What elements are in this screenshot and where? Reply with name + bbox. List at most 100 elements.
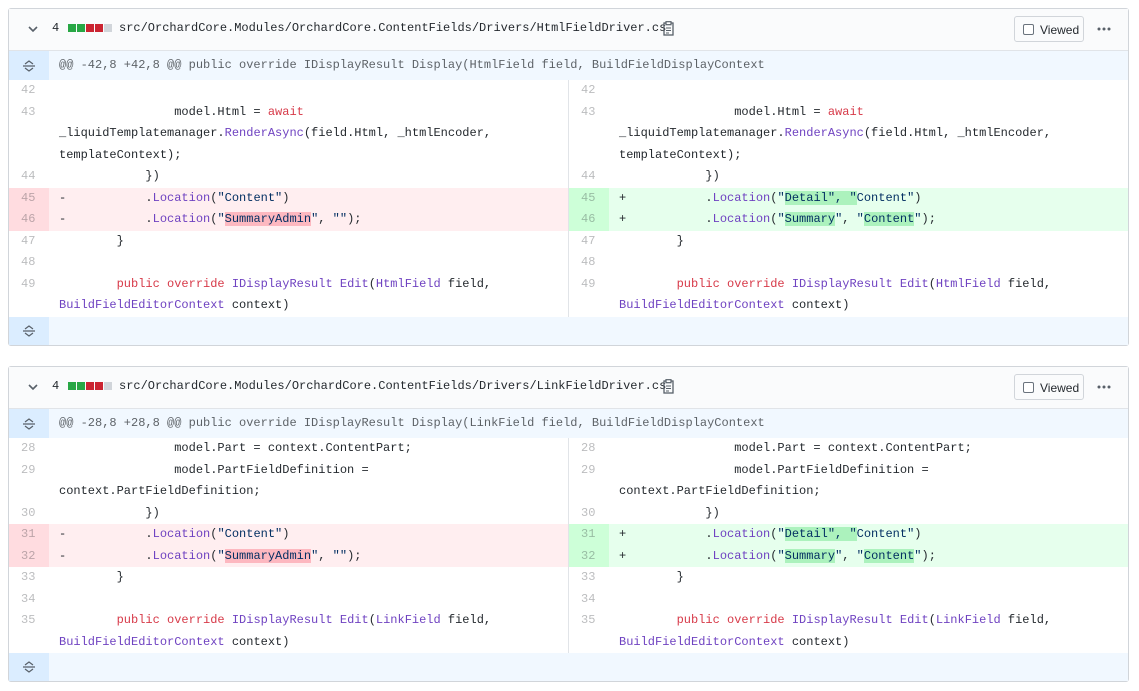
line-number[interactable]: 30 xyxy=(9,503,49,525)
diff-count: 4 xyxy=(52,379,60,393)
expand-gutter xyxy=(9,653,49,681)
deleted-line: 32 - .Location("SummaryAdmin", ""); xyxy=(9,545,568,567)
line-number[interactable]: 35 xyxy=(9,610,49,653)
chevron-down-icon[interactable] xyxy=(27,23,39,35)
code-line: + .Location("Summary", "Content"); xyxy=(619,212,936,226)
clipboard-icon[interactable] xyxy=(661,21,675,37)
context-line: 28 model.Part = context.ContentPart; xyxy=(569,438,1128,460)
code-line: public override IDisplayResult Edit(Link… xyxy=(619,613,1052,649)
line-number[interactable]: 45 xyxy=(569,187,609,209)
line-number[interactable]: 29 xyxy=(569,460,609,503)
line-number[interactable]: 33 xyxy=(569,567,609,589)
split-diff: 42 43 model.Html = await _liquidTemplate… xyxy=(9,80,1128,317)
context-line: 42 xyxy=(9,80,568,102)
unfold-icon[interactable] xyxy=(22,417,36,431)
expand-gutter xyxy=(9,316,49,345)
context-line: 43 model.Html = await _liquidTemplateman… xyxy=(9,102,568,167)
unfold-icon[interactable] xyxy=(22,660,36,674)
hunk-gutter xyxy=(9,51,49,80)
diff-file-html-field-driver: 4 src/OrchardCore.Modules/OrchardCore.Co… xyxy=(8,8,1129,346)
left-side: 28 model.Part = context.ContentPart; 29 m… xyxy=(9,438,568,653)
line-number[interactable]: 31 xyxy=(569,524,609,546)
code-line: model.Part = context.ContentPart; xyxy=(59,441,412,455)
context-line: 49 public override IDisplayResult Edit(H… xyxy=(569,274,1128,317)
deleted-line: 31 - .Location("Content") xyxy=(9,524,568,546)
line-number[interactable]: 44 xyxy=(569,166,609,188)
code-line: }) xyxy=(619,169,720,183)
code-line: model.Html = await _liquidTemplatemanage… xyxy=(59,104,492,162)
line-number[interactable]: 30 xyxy=(569,503,609,525)
line-number[interactable]: 32 xyxy=(569,545,609,567)
code-line: model.PartFieldDefinition = context.Part… xyxy=(619,462,929,499)
line-number[interactable]: 43 xyxy=(9,102,49,167)
line-number[interactable]: 44 xyxy=(9,166,49,188)
line-number[interactable]: 32 xyxy=(9,545,49,567)
left-side: 42 43 model.Html = await _liquidTemplate… xyxy=(9,80,568,317)
context-line: 30 }) xyxy=(569,503,1128,525)
line-number[interactable]: 42 xyxy=(9,80,49,102)
line-number[interactable]: 49 xyxy=(569,274,609,317)
line-number[interactable]: 47 xyxy=(9,231,49,253)
unfold-icon[interactable] xyxy=(22,59,36,73)
deleted-line: 46 - .Location("SummaryAdmin", ""); xyxy=(9,209,568,231)
right-side: 42 43 model.Html = await _liquidTemplate… xyxy=(568,80,1128,317)
code-line: - .Location("Content") xyxy=(59,190,290,205)
context-line: 48 xyxy=(569,252,1128,274)
hunk-text: @@ -42,8 +42,8 @@ public override IDispl… xyxy=(59,58,765,72)
code-line: - .Location("SummaryAdmin", ""); xyxy=(59,212,362,226)
line-number[interactable]: 48 xyxy=(569,252,609,274)
file-path[interactable]: src/OrchardCore.Modules/OrchardCore.Cont… xyxy=(119,379,666,393)
line-number[interactable]: 35 xyxy=(569,610,609,653)
deleted-line: 45 - .Location("Content") xyxy=(9,187,568,209)
line-number[interactable]: 46 xyxy=(9,209,49,231)
kebab-horizontal-icon[interactable] xyxy=(1096,21,1112,37)
context-line: 35 public override IDisplayResult Edit(L… xyxy=(569,610,1128,653)
code-line: } xyxy=(59,570,124,584)
code-line: public override IDisplayResult Edit(Html… xyxy=(619,276,1052,313)
unfold-icon[interactable] xyxy=(22,324,36,338)
diff-count: 4 xyxy=(52,21,60,35)
context-line: 44 }) xyxy=(569,166,1128,188)
code-line: model.PartFieldDefinition = context.Part… xyxy=(59,462,369,499)
line-number[interactable]: 47 xyxy=(569,231,609,253)
split-diff: 28 model.Part = context.ContentPart; 29 m… xyxy=(9,438,1128,653)
line-number[interactable]: 28 xyxy=(569,438,609,460)
diff-file-link-field-driver: 4 src/OrchardCore.Modules/OrchardCore.Co… xyxy=(8,366,1129,682)
line-number[interactable]: 48 xyxy=(9,252,49,274)
line-number[interactable]: 33 xyxy=(9,567,49,589)
code-line: public override IDisplayResult Edit(Link… xyxy=(59,613,492,649)
checkbox-icon[interactable] xyxy=(1023,382,1034,393)
hunk-header: @@ -28,8 +28,8 @@ public override IDispl… xyxy=(9,409,1128,438)
line-number[interactable]: 42 xyxy=(569,80,609,102)
line-number[interactable]: 46 xyxy=(569,209,609,231)
viewed-label: Viewed xyxy=(1040,381,1080,395)
line-number[interactable]: 29 xyxy=(9,460,49,503)
line-number[interactable]: 34 xyxy=(9,589,49,611)
code-line: model.Part = context.ContentPart; xyxy=(619,441,972,455)
line-number[interactable]: 49 xyxy=(9,274,49,317)
viewed-checkbox-button[interactable]: Viewed xyxy=(1014,374,1084,400)
line-number[interactable]: 43 xyxy=(569,102,609,167)
kebab-horizontal-icon[interactable] xyxy=(1096,379,1112,395)
clipboard-icon[interactable] xyxy=(661,379,675,395)
context-line: 33 } xyxy=(9,567,568,589)
code-line: + .Location("Summary", "Content"); xyxy=(619,548,936,563)
context-line: 33 } xyxy=(569,567,1128,589)
line-number[interactable]: 45 xyxy=(9,187,49,209)
line-number[interactable]: 34 xyxy=(569,589,609,611)
line-number[interactable]: 31 xyxy=(9,524,49,546)
viewed-checkbox-button[interactable]: Viewed xyxy=(1014,16,1084,42)
code-line: - .Location("SummaryAdmin", ""); xyxy=(59,548,362,563)
context-line: 48 xyxy=(9,252,568,274)
context-line: 43 model.Html = await _liquidTemplateman… xyxy=(569,102,1128,167)
expand-row xyxy=(9,316,1128,345)
code-line: model.Html = await _liquidTemplatemanage… xyxy=(619,104,1052,162)
file-path[interactable]: src/OrchardCore.Modules/OrchardCore.Cont… xyxy=(119,21,666,35)
chevron-down-icon[interactable] xyxy=(27,381,39,393)
context-line: 47 } xyxy=(9,231,568,253)
code-line: - .Location("Content") xyxy=(59,527,290,541)
line-number[interactable]: 28 xyxy=(9,438,49,460)
checkbox-icon[interactable] xyxy=(1023,24,1034,35)
